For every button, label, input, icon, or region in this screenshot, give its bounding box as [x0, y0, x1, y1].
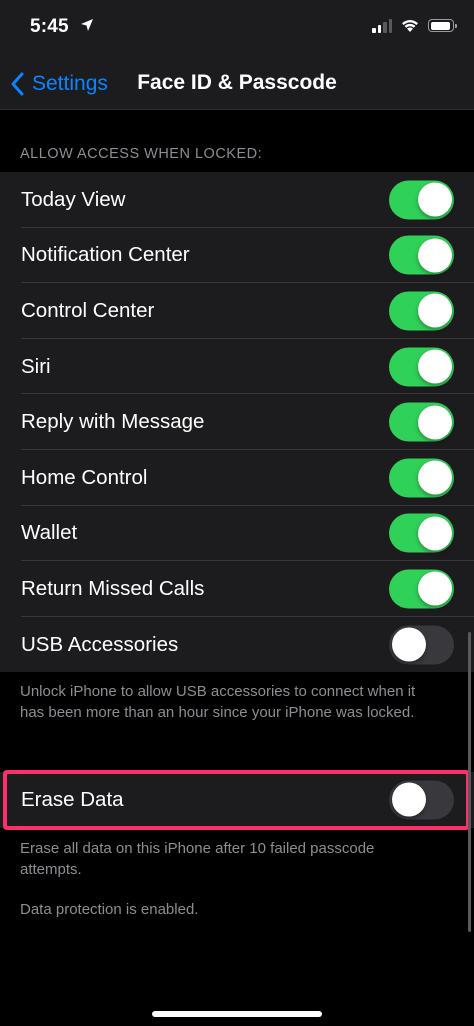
settings-row-label: USB Accessories	[21, 632, 179, 656]
toggle-switch[interactable]	[389, 180, 454, 220]
toggle-switch[interactable]	[389, 347, 454, 387]
toggle-knob	[417, 293, 452, 328]
home-indicator[interactable]	[152, 1011, 322, 1017]
toggle-switch[interactable]	[389, 291, 454, 331]
toggle-switch[interactable]	[389, 235, 454, 275]
settings-row-usb-accessories: USB Accessories	[0, 617, 474, 673]
settings-row-notification-center: Notification Center	[0, 228, 474, 284]
settings-row-reply-with-message: Reply with Message	[0, 394, 474, 450]
data-protection-text: Data protection is enabled.	[20, 901, 199, 918]
settings-row-label: Notification Center	[21, 243, 190, 267]
settings-row-label: Return Missed Calls	[21, 576, 205, 600]
settings-row-erase-data: Erase Data	[0, 772, 474, 828]
allow-access-group: Today View Notification Center Control Cen…	[0, 172, 474, 673]
settings-row-label: Siri	[21, 354, 51, 378]
settings-row-today-view: Today View	[0, 172, 474, 228]
battery-icon	[428, 19, 457, 32]
toggle-knob	[391, 782, 426, 817]
navigation-bar: Settings Face ID & Passcode	[0, 60, 474, 110]
toggle-switch[interactable]	[389, 402, 454, 442]
toggle-knob	[417, 238, 452, 273]
section-header: ALLOW ACCESS WHEN LOCKED:	[20, 146, 263, 162]
page-title: Face ID & Passcode	[137, 71, 337, 94]
settings-row-label: Wallet	[21, 521, 78, 545]
erase-data-toggle[interactable]	[389, 780, 454, 820]
toggle-knob	[417, 349, 452, 384]
status-time: 5:45	[30, 16, 69, 37]
toggle-switch[interactable]	[389, 458, 454, 498]
settings-row-label: Control Center	[21, 298, 155, 322]
toggle-switch[interactable]	[389, 569, 454, 609]
status-bar: 5:45	[0, 0, 474, 60]
toggle-knob	[391, 627, 426, 662]
toggle-knob	[417, 571, 452, 606]
usb-footer-text: Unlock iPhone to allow USB accessories t…	[20, 683, 416, 721]
erase-data-label: Erase Data	[21, 787, 124, 811]
scrollbar[interactable]	[468, 632, 471, 932]
toggle-knob	[417, 405, 452, 440]
settings-row-label: Home Control	[21, 465, 148, 489]
erase-data-group: Erase Data	[0, 772, 474, 828]
settings-row-return-missed-calls: Return Missed Calls	[0, 561, 474, 617]
toggle-knob	[417, 516, 452, 551]
erase-footer-text: Erase all data on this iPhone after 10 f…	[20, 840, 375, 878]
settings-row-label: Reply with Message	[21, 410, 205, 434]
cellular-signal-icon	[372, 18, 392, 33]
toggle-knob	[417, 460, 452, 495]
toggle-knob	[417, 182, 452, 217]
settings-row-label: Today View	[21, 187, 126, 211]
toggle-switch[interactable]	[389, 625, 454, 665]
settings-row-siri: Siri	[0, 339, 474, 395]
toggle-switch[interactable]	[389, 513, 454, 553]
status-icons	[372, 18, 457, 33]
wifi-icon	[402, 20, 418, 32]
settings-row-home-control: Home Control	[0, 450, 474, 506]
settings-row-wallet: Wallet	[0, 506, 474, 562]
settings-row-control-center: Control Center	[0, 283, 474, 339]
location-arrow-icon	[81, 19, 93, 31]
